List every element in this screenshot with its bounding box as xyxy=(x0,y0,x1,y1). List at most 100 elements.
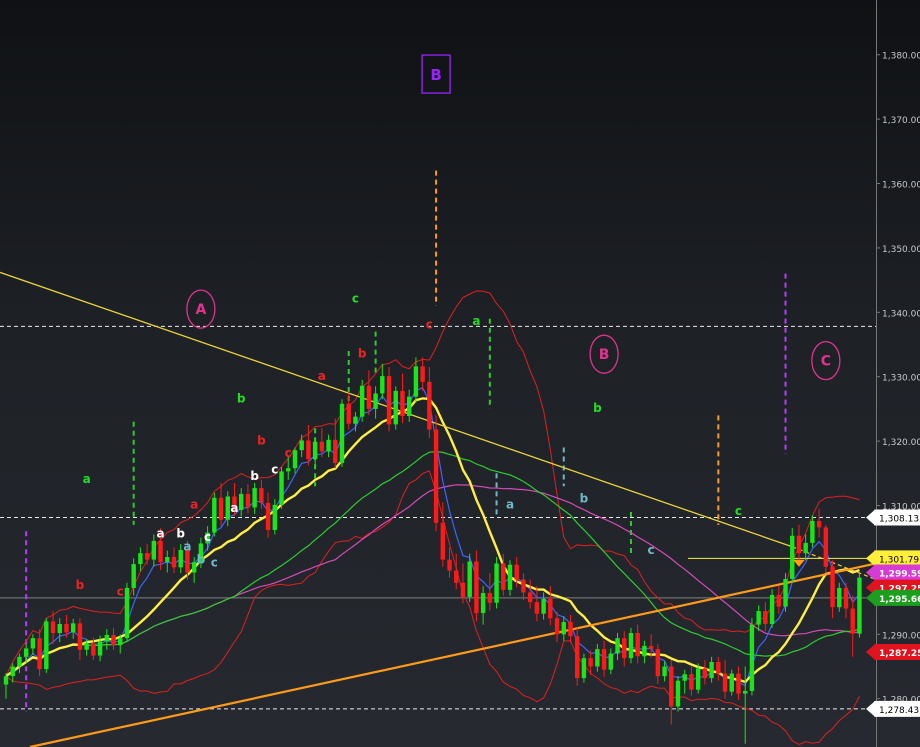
candle-body xyxy=(433,429,439,523)
candle-body xyxy=(749,624,755,691)
candle-body xyxy=(716,661,721,674)
candle-body xyxy=(635,633,640,657)
candle-body xyxy=(447,559,452,571)
candle-body xyxy=(460,582,466,597)
candle-body xyxy=(588,658,593,667)
chart-window: A B B Ca b c a b c a b c a b c b c a b c a b c a b c a b c 1,280.00 1,… xyxy=(0,0,920,747)
candle-body xyxy=(554,618,560,635)
candle-body xyxy=(702,668,708,679)
candle-body xyxy=(144,553,150,560)
candle-body xyxy=(111,634,116,646)
candle-body xyxy=(71,623,76,633)
candle-body xyxy=(50,621,56,634)
candle-body xyxy=(333,439,338,464)
candle-body xyxy=(810,520,815,543)
candle-body xyxy=(64,624,69,633)
candle-body xyxy=(17,656,22,667)
price-tag-label: 1,301.79 xyxy=(879,555,919,565)
wave-label: a xyxy=(157,527,165,541)
candle-body xyxy=(608,653,613,670)
candle-body xyxy=(158,540,163,563)
price-axis-label: 1,380.00 xyxy=(882,52,920,62)
candle-body xyxy=(77,623,83,650)
candle-body xyxy=(30,638,36,649)
candle-body xyxy=(857,577,862,634)
price-axis-label: 1,290.00 xyxy=(882,631,920,641)
candle-body xyxy=(722,673,728,692)
candle-body xyxy=(44,621,49,670)
candle-body xyxy=(84,643,89,650)
candle-body xyxy=(548,598,553,619)
candle-body xyxy=(601,649,607,670)
candle-body xyxy=(561,622,566,635)
candle-body xyxy=(803,542,808,554)
candle-body xyxy=(386,376,392,425)
candle-body xyxy=(615,638,620,654)
price-axis-label: 1,340.00 xyxy=(882,309,920,319)
price-tag-arrow xyxy=(866,645,874,660)
candle-body xyxy=(729,673,734,692)
candle-body xyxy=(312,441,318,460)
candle-body xyxy=(339,403,345,464)
candle-body xyxy=(413,366,419,397)
candle-body xyxy=(97,641,103,656)
candle-body xyxy=(265,502,271,530)
candle-body xyxy=(622,638,627,659)
candle-body xyxy=(326,439,331,452)
candle-body xyxy=(695,668,701,690)
candle-body xyxy=(118,638,123,646)
price-tag-arrow xyxy=(866,590,874,605)
wave-label: a xyxy=(472,314,480,328)
candle-body xyxy=(843,587,849,609)
candle-body xyxy=(648,645,654,650)
wave-label: B xyxy=(430,66,441,84)
price-tag-label: 1,287.25 xyxy=(879,649,920,659)
candle-body xyxy=(373,393,378,409)
price-tag-label: 1,278.43 xyxy=(879,706,919,716)
candle-body xyxy=(245,493,251,508)
candle-body xyxy=(507,564,513,590)
candle-body xyxy=(595,649,600,667)
candle-body xyxy=(628,633,634,659)
candle-body xyxy=(575,636,580,679)
wave-label: a xyxy=(230,501,238,515)
wave-label: C xyxy=(821,354,831,370)
wave-label: b xyxy=(197,552,206,566)
candle-body xyxy=(212,497,217,533)
candle-body xyxy=(514,564,519,580)
price-tag-arrow xyxy=(866,565,874,580)
candle-body xyxy=(568,622,573,637)
candle-body xyxy=(400,390,405,417)
candle-body xyxy=(521,579,526,593)
candle-body xyxy=(23,648,29,657)
candle-body xyxy=(171,557,177,568)
candle-body xyxy=(541,598,546,614)
bollinger-upper xyxy=(5,290,860,677)
candle-body xyxy=(3,676,9,685)
candle-body xyxy=(420,366,425,382)
candle-body xyxy=(480,593,486,614)
candle-body xyxy=(286,468,291,472)
wave-label: b xyxy=(358,346,367,360)
candle-body xyxy=(642,645,647,657)
candle-body xyxy=(427,381,432,430)
wave-label: c xyxy=(352,292,359,306)
candlestick-chart: ABB Cabcabcabcabcb ca b cab cab ca bc1,280.001,… xyxy=(0,0,920,747)
candle-body xyxy=(682,674,687,681)
candle-body xyxy=(393,390,398,425)
candle-body xyxy=(581,658,587,679)
price-tag-arrow xyxy=(866,551,874,566)
candle-body xyxy=(783,578,788,607)
candle-body xyxy=(366,385,372,409)
wave-label: b xyxy=(593,401,602,415)
candle-body xyxy=(292,450,298,469)
candle-body xyxy=(104,634,109,642)
candle-body xyxy=(501,563,506,590)
wave-label: c xyxy=(285,446,292,460)
price-tag-arrow xyxy=(866,701,874,716)
candle-body xyxy=(252,488,257,508)
candle-body xyxy=(790,535,795,579)
candle-body xyxy=(407,396,412,417)
wave-label: c xyxy=(271,462,278,476)
candle-body xyxy=(380,376,385,394)
